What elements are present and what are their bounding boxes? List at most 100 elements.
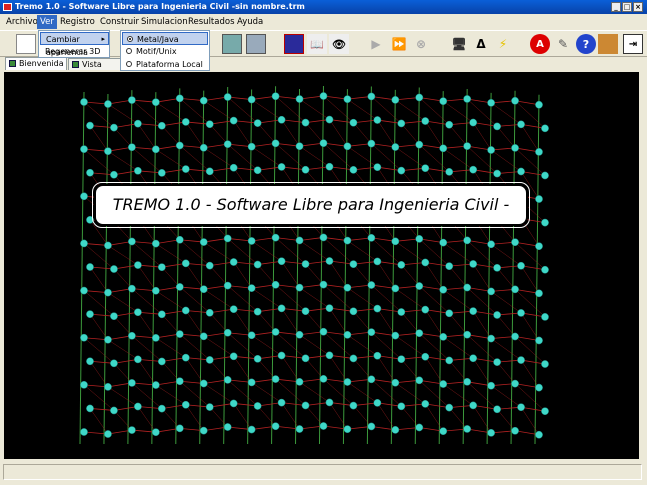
lightning-icon[interactable]: ⚡ [493, 34, 513, 54]
node-sphere [223, 140, 232, 149]
node-sphere [373, 351, 382, 360]
node-sphere [445, 120, 454, 129]
brace-line [161, 267, 180, 288]
menu-archivo[interactable]: Archivo [3, 15, 41, 29]
title-bar[interactable]: Tremo 1.0 - Software Libre para Ingenier… [0, 0, 647, 14]
option-motif-unix[interactable]: Motif/Unix [122, 45, 208, 58]
node-sphere [229, 258, 238, 266]
node-sphere [134, 308, 142, 317]
node-sphere [104, 241, 112, 250]
forward-icon[interactable]: ⏩ [389, 34, 409, 54]
eye-icon[interactable]: 👁 [329, 34, 349, 54]
node-sphere [325, 351, 334, 360]
close-button[interactable]: × [633, 2, 643, 12]
node-sphere [223, 328, 232, 337]
node-sphere [271, 233, 280, 242]
node-sphere [439, 333, 448, 341]
node-sphere [301, 401, 310, 410]
help-icon[interactable]: ? [576, 34, 596, 54]
brace-line [490, 102, 522, 125]
menu-ver[interactable]: Ver [37, 15, 57, 29]
menu-simulacion[interactable]: Simulacion [138, 15, 191, 29]
node-sphere [199, 379, 208, 388]
node-sphere [439, 427, 448, 436]
node-sphere [463, 283, 472, 292]
node-sphere [397, 355, 406, 364]
node-sphere [86, 357, 94, 366]
brace-line [305, 405, 324, 427]
stop-sign-icon[interactable]: A [530, 34, 550, 54]
brace-line [107, 339, 139, 360]
brace-line [496, 409, 516, 431]
node-sphere [493, 263, 501, 272]
node-sphere [541, 313, 549, 321]
option-label: Metal/Java [137, 35, 179, 44]
3d-viewport[interactable] [4, 72, 639, 459]
option-plataforma-local[interactable]: Plataforma Local [122, 58, 208, 71]
node-sphere [541, 124, 549, 133]
node-sphere [469, 165, 478, 174]
tab-vista-uno[interactable]: Vista Uno [68, 58, 122, 81]
node-sphere [271, 422, 280, 431]
brace-line [377, 402, 396, 431]
emblem-icon[interactable] [598, 34, 618, 54]
node-sphere [271, 92, 280, 101]
minimize-button[interactable]: _ [611, 2, 621, 12]
new-document-icon[interactable] [16, 34, 36, 54]
node-sphere [325, 304, 334, 313]
pencil-icon[interactable]: ✎ [553, 34, 573, 54]
node-sphere [415, 329, 424, 338]
node-sphere [367, 139, 376, 148]
node-sphere [134, 355, 142, 364]
node-sphere [415, 140, 424, 149]
node-sphere [517, 261, 525, 270]
node-sphere [175, 94, 184, 103]
brace-line [113, 268, 133, 289]
brace-line [347, 381, 378, 404]
node-sphere [110, 265, 118, 273]
menu-item-regenerar-3d[interactable]: Regenerar 3D [40, 45, 109, 58]
node-sphere [80, 192, 88, 201]
brace-line [155, 243, 186, 264]
node-sphere [319, 280, 328, 289]
node-sphere [253, 307, 262, 316]
brace-line [281, 119, 300, 147]
node-sphere [487, 334, 495, 343]
image-icon[interactable] [222, 34, 242, 54]
book-icon[interactable]: 📖 [307, 34, 327, 54]
menu-ayuda[interactable]: Ayuda [234, 15, 266, 29]
node-sphere [253, 166, 262, 175]
tab-icon [9, 60, 16, 67]
node-sphere [181, 306, 190, 315]
brace-line [329, 260, 348, 288]
option-metal-java[interactable]: Metal/Java [122, 32, 208, 45]
node-sphere [175, 377, 184, 386]
node-sphere [86, 310, 94, 318]
brace-line [155, 290, 186, 311]
menu-item-cambiar-apariencia[interactable]: Cambiar apariencia ▸ [40, 32, 109, 57]
menu-registro[interactable]: Registro [57, 15, 98, 29]
node-sphere [487, 146, 495, 154]
node-sphere [199, 96, 208, 105]
texture-icon[interactable] [246, 34, 266, 54]
grid-icon[interactable] [284, 34, 304, 54]
node-sphere [86, 121, 94, 130]
column-line [247, 89, 253, 445]
node-sphere [181, 259, 190, 268]
node-sphere [80, 286, 88, 295]
stop-icon[interactable]: ⊗ [411, 34, 431, 54]
window-title: Tremo 1.0 - Software Libre para Ingenier… [15, 2, 305, 11]
delta-icon[interactable]: Δ [471, 34, 491, 54]
maximize-button[interactable]: □ [622, 2, 632, 12]
play-icon[interactable]: ▶ [366, 34, 386, 54]
node-sphere [463, 95, 472, 103]
computer-icon[interactable]: 🖥 [449, 34, 469, 54]
brace-line [496, 126, 516, 149]
brace-line [251, 99, 282, 120]
menu-construir[interactable]: Construir [97, 15, 142, 29]
node-sphere [277, 257, 286, 266]
menu-resultados[interactable]: Resultados [185, 15, 238, 29]
node-sphere [128, 331, 136, 340]
exit-icon[interactable]: ⇥ [623, 34, 643, 54]
brace-line [353, 405, 372, 427]
